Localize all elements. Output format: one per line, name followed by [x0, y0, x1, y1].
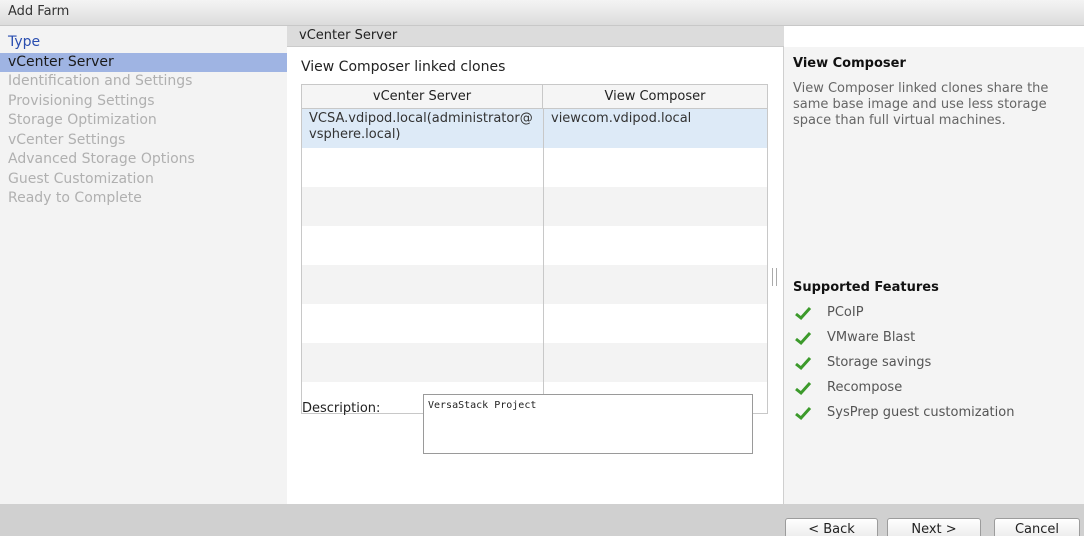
column-divider [543, 109, 544, 413]
info-description: View Composer linked clones share the sa… [793, 81, 1049, 128]
description-label: Description: [302, 401, 381, 416]
check-icon [795, 406, 812, 421]
nav-item-type[interactable]: Type [0, 33, 287, 52]
back-button[interactable]: < Back [785, 518, 878, 536]
nav-item-ready-to-complete: Ready to Complete [8, 190, 142, 206]
wizard-nav: Type vCenter Server Identification and S… [0, 26, 287, 504]
column-header-composer[interactable]: View Composer [543, 85, 767, 109]
check-icon [795, 331, 812, 346]
nav-item-guest-customization: Guest Customization [8, 171, 154, 187]
nav-item-identification-settings: Identification and Settings [8, 73, 193, 89]
section-subtitle: View Composer linked clones [301, 59, 506, 75]
check-icon [795, 306, 812, 321]
main-panel: vCenter Server View Composer linked clon… [287, 26, 784, 504]
info-panel: View Composer View Composer linked clone… [783, 47, 1084, 504]
feature-label: PCoIP [827, 305, 864, 320]
table-row-empty [302, 265, 767, 304]
info-title: View Composer [793, 56, 906, 71]
table-row-empty [302, 187, 767, 226]
cell-view-composer: viewcom.vdipod.local [551, 111, 692, 126]
splitter-grip-icon[interactable] [772, 268, 777, 286]
table-header: vCenter Server View Composer [302, 85, 767, 109]
window-title: Add Farm [8, 4, 70, 19]
table-row-empty [302, 226, 767, 265]
cancel-button[interactable]: Cancel [994, 518, 1080, 536]
vcenter-table: vCenter Server View Composer VCSA.vdipod… [301, 84, 768, 414]
table-row-empty [302, 304, 767, 343]
feature-label: VMware Blast [827, 330, 916, 345]
description-field[interactable]: VersaStack Project [423, 394, 753, 454]
nav-item-vcenter-settings: vCenter Settings [8, 132, 126, 148]
wizard-footer: < Back Next > Cancel [0, 504, 1084, 536]
feature-label: Storage savings [827, 355, 932, 370]
feature-label: Recompose [827, 380, 903, 395]
table-row[interactable]: VCSA.vdipod.local(administrator@vsphere.… [302, 109, 767, 148]
column-header-vcenter[interactable]: vCenter Server [302, 85, 543, 109]
nav-item-provisioning-settings: Provisioning Settings [8, 93, 155, 109]
section-header: vCenter Server [287, 26, 784, 47]
feature-label: SysPrep guest customization [827, 405, 1015, 420]
next-button[interactable]: Next > [887, 518, 981, 536]
check-icon [795, 381, 812, 396]
section-title: vCenter Server [299, 28, 398, 43]
nav-item-storage-optimization: Storage Optimization [8, 112, 157, 128]
window-titlebar: Add Farm [0, 0, 1084, 26]
nav-item-vcenter-server[interactable]: vCenter Server [0, 53, 287, 72]
nav-item-advanced-storage-options: Advanced Storage Options [8, 151, 195, 167]
cell-vcenter-server: VCSA.vdipod.local(administrator@vsphere.… [309, 111, 533, 142]
features-title: Supported Features [793, 280, 939, 295]
check-icon [795, 356, 812, 371]
table-row-empty [302, 343, 767, 382]
table-row-empty [302, 148, 767, 187]
